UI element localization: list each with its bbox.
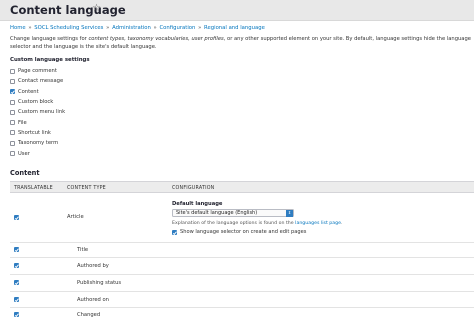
checkbox-label: User: [18, 150, 30, 157]
setting-custom-block[interactable]: Custom block: [10, 97, 65, 107]
setting-taxonomy-term[interactable]: Taxonomy term: [10, 138, 65, 148]
checkbox[interactable]: [10, 151, 15, 157]
table-row-title: Title: [10, 243, 474, 258]
breadcrumb: Home » SOCL Scheduling Services » Admini…: [10, 25, 265, 31]
breadcrumb-administration[interactable]: Administration: [112, 25, 151, 31]
content-type-label: Article: [67, 214, 84, 220]
breadcrumb-separator: »: [106, 25, 110, 31]
field-label: Authored on: [77, 297, 109, 303]
breadcrumb-separator: »: [28, 25, 32, 31]
explanation-period: .: [340, 221, 343, 226]
translatable-checkbox[interactable]: [14, 247, 19, 252]
checkbox-label: Page comment: [18, 68, 57, 75]
default-language-label: Default language: [172, 201, 223, 207]
translatable-checkbox[interactable]: [14, 263, 19, 268]
breadcrumb-regional[interactable]: Regional and language: [204, 25, 265, 31]
translatable-checkbox[interactable]: [14, 297, 19, 302]
column-header-translatable: TRANSLATABLE: [14, 185, 53, 191]
setting-contact-message[interactable]: Contact message: [10, 76, 65, 86]
custom-settings-list: Page comment Contact message Content Cus…: [10, 66, 65, 159]
explanation-text: Explanation of the language options is f…: [172, 221, 296, 226]
breadcrumb-separator: »: [198, 25, 202, 31]
column-header-content-type: CONTENT TYPE: [67, 185, 106, 191]
setting-user[interactable]: User: [10, 148, 65, 158]
checkbox[interactable]: [10, 99, 15, 105]
checkbox[interactable]: [10, 120, 15, 126]
languages-list-link[interactable]: languages list page: [295, 221, 341, 226]
checkbox-label: Content: [18, 88, 39, 95]
table-row-authored-on: Authored on: [10, 292, 474, 308]
show-selector-label: Show language selector on create and edi…: [180, 229, 307, 235]
select-value: Site's default language (English): [176, 210, 258, 216]
setting-content[interactable]: Content: [10, 87, 65, 97]
translatable-checkbox[interactable]: [14, 215, 19, 220]
checkbox-label: Custom menu link: [18, 109, 66, 116]
select-arrows-icon: ⇕: [286, 210, 293, 217]
table-header: TRANSLATABLE CONTENT TYPE CONFIGURATION: [10, 181, 474, 193]
description-text: Change language settings for: [10, 36, 89, 42]
setting-file[interactable]: File: [10, 117, 65, 127]
page-header: Content language ☆: [0, 0, 474, 21]
checkbox[interactable]: [10, 109, 15, 115]
field-label: Title: [77, 247, 89, 253]
table-row-changed: Changed: [10, 308, 474, 322]
checkbox[interactable]: [10, 130, 15, 136]
checkbox-checked[interactable]: [10, 89, 15, 95]
show-selector-checkbox[interactable]: [172, 229, 177, 235]
checkbox-label: Shortcut link: [18, 129, 51, 136]
field-label: Publishing status: [77, 280, 122, 286]
field-label: Changed: [77, 312, 101, 318]
translatable-checkbox[interactable]: [14, 280, 19, 285]
breadcrumb-socl[interactable]: SOCL Scheduling Services: [34, 25, 103, 31]
setting-page-comment[interactable]: Page comment: [10, 66, 65, 76]
custom-settings-heading: Custom language settings: [10, 57, 90, 63]
checkbox-label: File: [18, 119, 27, 126]
translatable-checkbox[interactable]: [14, 312, 19, 317]
star-shortcut-icon[interactable]: ☆: [92, 3, 101, 14]
breadcrumb-configuration[interactable]: Configuration: [159, 25, 195, 31]
setting-shortcut-link[interactable]: Shortcut link: [10, 128, 65, 138]
field-label: Authored by: [77, 263, 109, 269]
content-section-heading: Content: [10, 169, 40, 177]
setting-custom-menu-link[interactable]: Custom menu link: [10, 107, 65, 117]
page-description: Change language settings for content typ…: [10, 36, 472, 51]
language-explanation: Explanation of the language options is f…: [172, 221, 342, 226]
configuration-cell: Default language Site's default language…: [172, 201, 342, 235]
description-emphasis: content types, taxonomy vocabularies, us…: [88, 36, 224, 42]
show-language-selector-option[interactable]: Show language selector on create and edi…: [172, 229, 306, 235]
breadcrumb-separator: »: [153, 25, 157, 31]
table-row-authored-by: Authored by: [10, 258, 474, 275]
breadcrumb-home[interactable]: Home: [10, 25, 26, 31]
table-row-publishing-status: Publishing status: [10, 275, 474, 292]
column-header-configuration: CONFIGURATION: [172, 185, 215, 191]
checkbox-label: Taxonomy term: [18, 140, 59, 147]
checkbox[interactable]: [10, 68, 15, 74]
checkbox-label: Custom block: [18, 99, 54, 106]
checkbox-label: Contact message: [18, 78, 64, 85]
table-row-article: Article: [10, 193, 474, 243]
page-title: Content language: [10, 3, 126, 17]
checkbox[interactable]: [10, 140, 15, 146]
checkbox[interactable]: [10, 78, 15, 84]
default-language-select[interactable]: Site's default language (English) ⇕: [172, 209, 294, 217]
